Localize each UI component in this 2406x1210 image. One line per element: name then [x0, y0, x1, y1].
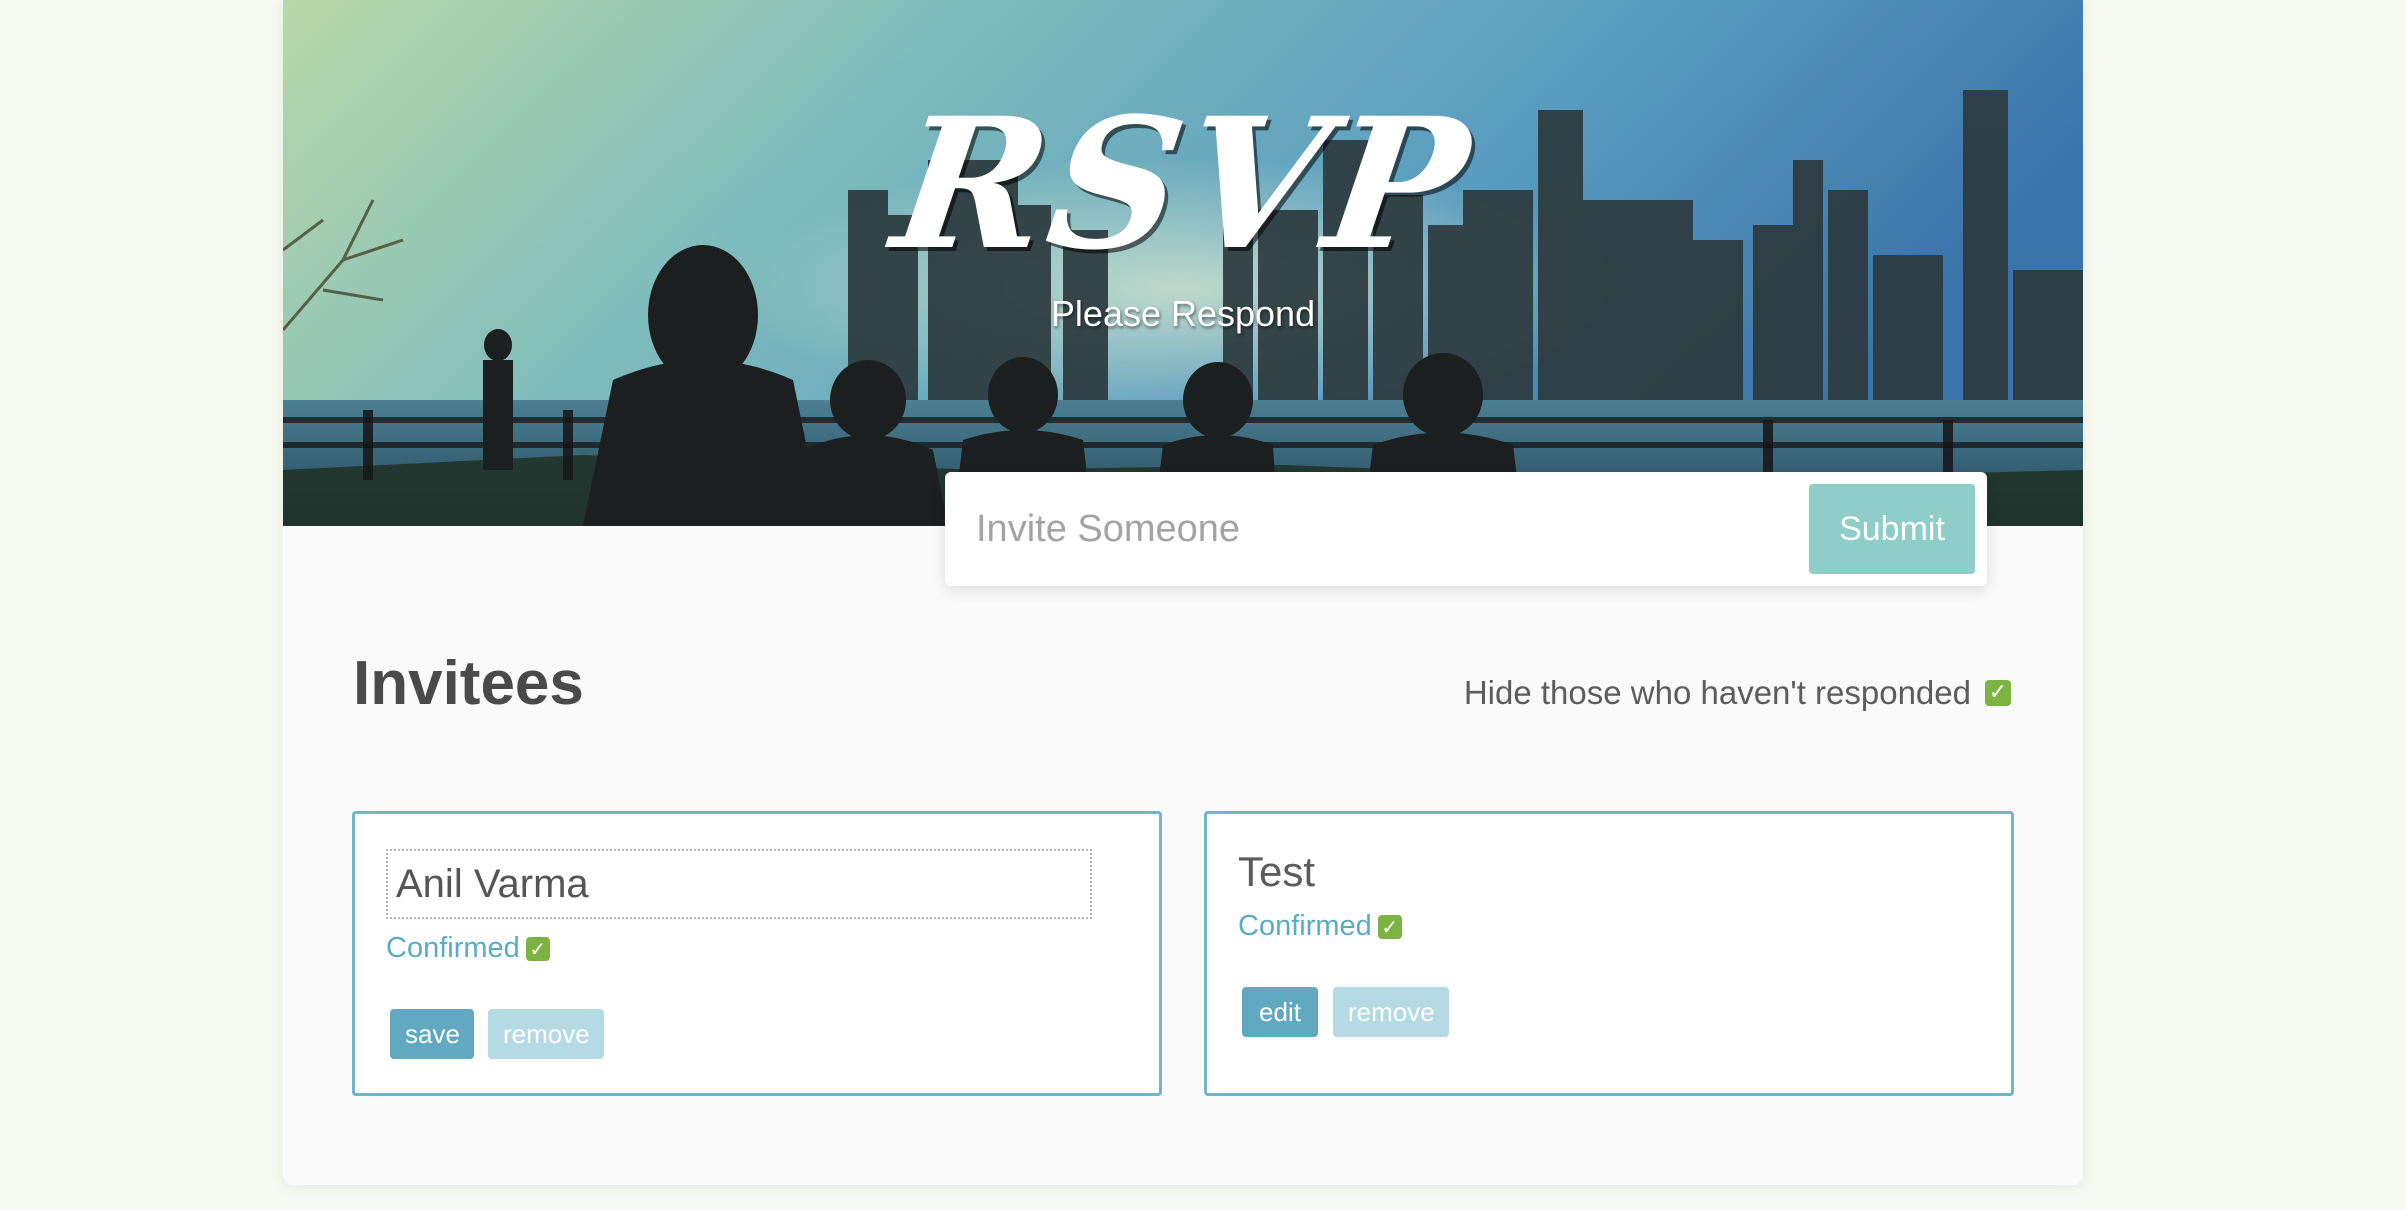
invitees-heading: Invitees: [353, 649, 584, 718]
confirmed-label: Confirmed: [1238, 910, 1372, 942]
confirmed-toggle[interactable]: Confirmed ✓: [1238, 910, 1402, 943]
check-icon: ✓: [1381, 914, 1399, 939]
confirmed-checkbox[interactable]: ✓: [525, 936, 550, 961]
check-icon: ✓: [1988, 680, 2008, 705]
invitee-name-input[interactable]: [386, 849, 1092, 919]
confirmed-toggle[interactable]: Confirmed ✓: [386, 932, 550, 965]
remove-button[interactable]: remove: [1333, 987, 1449, 1037]
edit-button[interactable]: edit: [1242, 987, 1318, 1037]
invite-form: Submit: [945, 472, 1987, 586]
page-subtitle: Please Respond: [1050, 293, 1316, 334]
confirmed-checkbox[interactable]: ✓: [1377, 914, 1402, 939]
remove-button[interactable]: remove: [488, 1009, 604, 1059]
submit-button[interactable]: Submit: [1809, 484, 1975, 574]
hide-unresponded-label: Hide those who haven't responded: [1463, 674, 1971, 711]
invite-input[interactable]: [945, 472, 1805, 586]
confirmed-label: Confirmed: [386, 932, 520, 964]
save-button[interactable]: save: [390, 1009, 474, 1059]
app-card: RSVP Please Respond Submit Invitees Hide…: [283, 0, 2083, 1185]
invitee-card: Confirmed ✓ save remove: [352, 811, 1162, 1096]
check-icon: ✓: [529, 936, 547, 961]
hide-unresponded-filter[interactable]: Hide those who haven't responded ✓: [1464, 674, 2011, 712]
invitee-card: Test Confirmed ✓ edit remove: [1204, 811, 2014, 1096]
invitee-name: Test: [1238, 848, 1316, 895]
header-banner: RSVP Please Respond: [283, 0, 2083, 526]
hide-unresponded-checkbox[interactable]: ✓: [1985, 680, 2011, 706]
page-title: RSVP: [882, 79, 1484, 290]
